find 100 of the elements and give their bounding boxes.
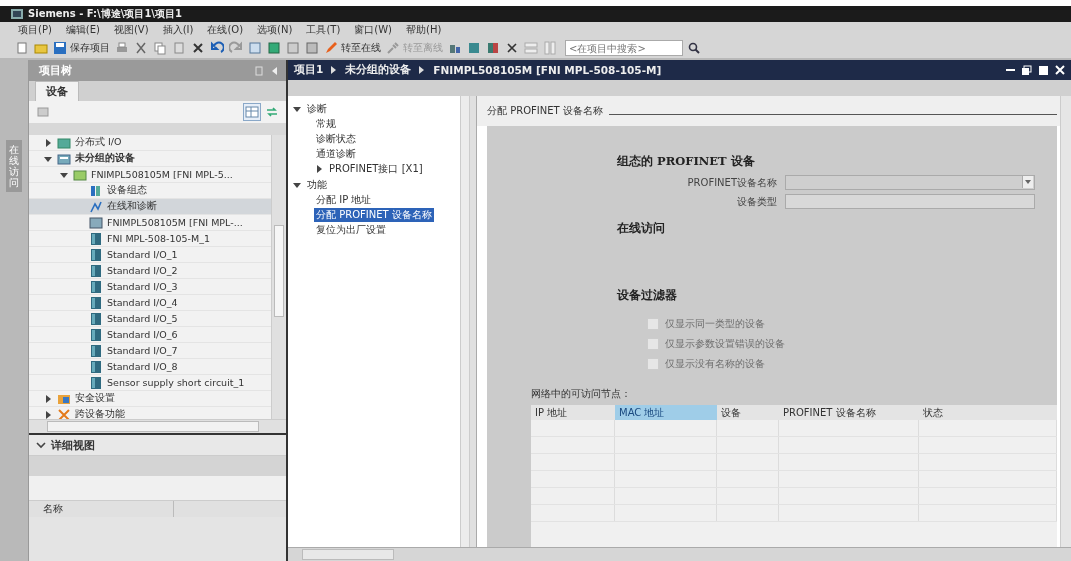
download-button[interactable] <box>266 40 282 56</box>
tree-item[interactable]: 分布式 I/O <box>29 135 271 151</box>
device-name-dropdown[interactable] <box>785 175 1035 190</box>
tree-item[interactable]: 未分组的设备 <box>29 151 271 167</box>
print-icon <box>115 41 129 55</box>
breadcrumb-item[interactable]: 项目1 <box>294 63 324 77</box>
module-icon <box>89 279 103 294</box>
column-header[interactable]: PROFINET 设备名称 <box>779 405 919 420</box>
cut-button[interactable] <box>133 40 149 56</box>
copy-button[interactable] <box>152 40 168 56</box>
group-heading: 设备过滤器 <box>617 288 678 303</box>
menu-item[interactable]: 选项(N) <box>255 23 295 37</box>
chevron-down-icon <box>35 439 47 451</box>
expand-toggle[interactable] <box>35 439 47 451</box>
stop-icon <box>505 41 519 55</box>
close-button[interactable] <box>1053 63 1067 77</box>
nav-item[interactable]: 诊断状态 <box>314 131 358 146</box>
pencil-icon <box>324 41 338 55</box>
module-icon <box>89 311 103 326</box>
menu-item[interactable]: 项目(P) <box>16 23 54 37</box>
arrows-icon <box>265 105 279 119</box>
tree-item[interactable]: Sensor supply short circuit_1 <box>29 375 271 391</box>
search-field[interactable]: <在项目中搜索> <box>565 40 683 56</box>
menu-item[interactable]: 插入(I) <box>160 23 196 37</box>
tree-item[interactable]: Standard I/O_2 <box>29 263 271 279</box>
folder-icon <box>57 151 71 166</box>
vertical-scrollbar[interactable] <box>271 135 286 419</box>
floppy-icon <box>53 41 67 55</box>
module-icon <box>89 375 103 390</box>
tree-item[interactable]: Standard I/O_8 <box>29 359 271 375</box>
nav-item[interactable]: PROFINET接口 [X1] <box>327 161 425 176</box>
group-heading: 在线访问 <box>617 221 666 236</box>
column-header[interactable]: MAC 地址 <box>615 405 717 420</box>
device-icon <box>73 167 87 182</box>
app-logo-icon <box>10 7 24 21</box>
collapsed-arrow-icon <box>43 393 53 404</box>
window-title: Siemens - F:\博途\项目1\项目1 <box>28 7 182 21</box>
tree-item[interactable]: Standard I/O_7 <box>29 343 271 359</box>
split-horizontal-icon <box>524 41 538 55</box>
panel-title: 项目树 <box>39 63 72 78</box>
overview-button[interactable] <box>243 103 261 121</box>
horizontal-scrollbar[interactable] <box>29 419 286 435</box>
tree-item[interactable]: FNI MPL-508-105-M_1 <box>29 231 271 247</box>
tree-item[interactable]: 安全设置 <box>29 391 271 407</box>
minimize-button[interactable] <box>1005 68 1016 72</box>
collapsed-arrow-icon <box>43 137 53 148</box>
new-project-button[interactable] <box>14 40 30 56</box>
tree-item[interactable]: FNIMPL508105M [FNI MPL-5... <box>29 167 271 183</box>
search-button[interactable] <box>686 40 702 56</box>
pin-icon <box>252 64 266 77</box>
save-project-button[interactable]: 保存项目 <box>52 40 111 56</box>
minimize-icon <box>1006 69 1015 71</box>
station-icon <box>89 215 103 230</box>
tree-item[interactable]: Standard I/O_6 <box>29 327 271 343</box>
breadcrumb-item[interactable]: FNIMPL508105M [FNI MPL-508-105-M] <box>433 64 662 76</box>
menu-item[interactable]: 视图(V) <box>111 23 151 37</box>
menu-item[interactable]: 在线(O) <box>205 23 246 37</box>
nav-item[interactable]: 分配 IP 地址 <box>314 192 374 207</box>
column-header[interactable]: 设备 <box>717 405 779 420</box>
nav-item[interactable]: 通道诊断 <box>314 146 358 161</box>
tree-item[interactable]: Standard I/O_5 <box>29 311 271 327</box>
vertical-scrollbar[interactable] <box>460 96 470 547</box>
tree-item[interactable]: Standard I/O_3 <box>29 279 271 295</box>
menu-item[interactable]: 工具(T) <box>304 23 343 37</box>
split-vertical-button[interactable] <box>542 40 558 56</box>
horizontal-scrollbar[interactable] <box>288 547 1071 561</box>
module-icon <box>89 263 103 278</box>
tree-item[interactable]: Standard I/O_1 <box>29 247 271 263</box>
menu-item[interactable]: 编辑(E) <box>63 23 102 37</box>
vertical-scrollbar[interactable] <box>1060 96 1071 547</box>
go-online-button[interactable]: 转至在线 <box>323 40 382 56</box>
splitter-handle[interactable] <box>470 96 477 547</box>
redo-button[interactable] <box>228 40 244 56</box>
compare-icon <box>486 41 500 55</box>
nav-item[interactable]: 分配 PROFINET 设备名称 <box>314 207 434 222</box>
breadcrumb-item[interactable]: 未分组的设备 <box>345 63 412 77</box>
pin-button[interactable] <box>252 64 266 77</box>
paste-icon <box>172 41 186 55</box>
nav-item[interactable]: 复位为出厂设置 <box>314 222 388 237</box>
tree-item[interactable]: FNIMPL508105M [FNI MPL-... <box>29 215 271 231</box>
redo-icon <box>229 41 243 55</box>
add-device-button[interactable] <box>35 104 51 120</box>
panel-tab[interactable]: 设备 <box>35 81 79 101</box>
nav-item[interactable]: 常规 <box>314 116 338 131</box>
menu-item[interactable]: 窗口(W) <box>352 23 394 37</box>
checkbox-label: 仅显示参数设置错误的设备 <box>665 337 785 351</box>
menu-item[interactable]: 帮助(H) <box>404 23 444 37</box>
undo-button[interactable] <box>209 40 225 56</box>
nav-item[interactable]: 诊断 <box>305 101 329 116</box>
maximize-button[interactable] <box>1036 63 1050 77</box>
float-button[interactable] <box>1019 63 1033 77</box>
folder-icon <box>57 135 71 150</box>
column-header[interactable]: IP 地址 <box>531 405 615 420</box>
column-header[interactable]: 状态 <box>919 405 1057 420</box>
compare-button[interactable] <box>485 40 501 56</box>
tree-item[interactable]: Standard I/O_4 <box>29 295 271 311</box>
new-project-icon <box>15 41 29 55</box>
nav-item[interactable]: 功能 <box>305 177 329 192</box>
table-caption: 网络中的可访问节点： <box>531 387 632 401</box>
tree-item[interactable]: 在线和诊断 <box>29 199 271 215</box>
